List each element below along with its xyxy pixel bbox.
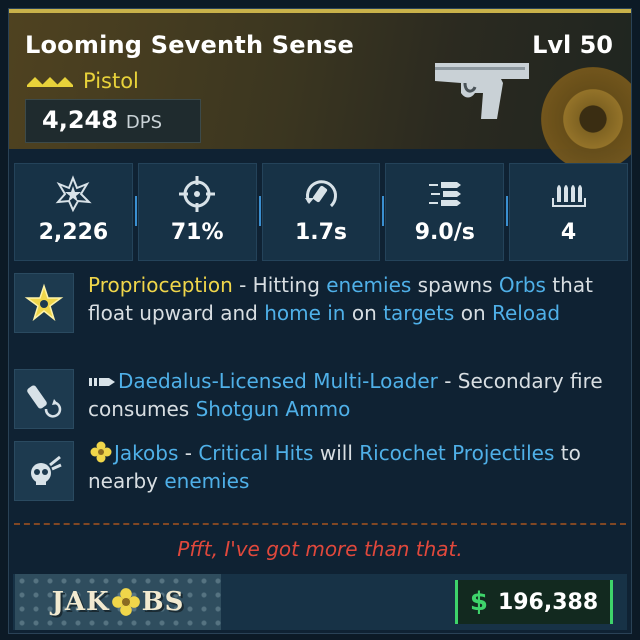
- dps-value: 4,248: [42, 106, 118, 134]
- perk-description: Daedalus-Licensed Multi-Loader - Seconda…: [88, 367, 620, 429]
- rarity-row: Pistol: [25, 69, 139, 93]
- perk-icon-box: [14, 441, 74, 501]
- perk-text-part: will: [313, 441, 360, 465]
- manufacturer-name-post: BS: [141, 587, 185, 617]
- manufacturer-name-pre: JAK: [51, 587, 110, 617]
- weapon-type: Pistol: [83, 69, 139, 93]
- perk-icon-box: [14, 273, 74, 333]
- currency-icon: $: [469, 587, 488, 617]
- perk-title: Proprioception: [88, 273, 233, 297]
- shotgun-shell-icon: [27, 385, 62, 418]
- stat-fire-rate-value: 9.0/s: [414, 220, 475, 245]
- item-level: Lvl 50: [532, 31, 613, 59]
- dps-unit: DPS: [125, 112, 163, 133]
- manufacturer-logo: JAK BS: [15, 574, 221, 630]
- item-footer: JAK BS $ 196,388: [13, 574, 627, 630]
- reload-icon: [304, 180, 337, 208]
- price-box: $ 196,388: [455, 580, 613, 624]
- damage-burst-icon: [55, 175, 93, 213]
- stat-magazine-value: 4: [560, 220, 577, 245]
- stat-fire-rate: 9.0/s: [382, 163, 505, 261]
- perk-text-part: on: [454, 301, 492, 325]
- stat-magazine: 4: [506, 163, 628, 261]
- stat-accuracy-value: 71%: [170, 220, 224, 245]
- stat-damage: 2,226: [14, 163, 133, 261]
- stats-row: 2,226 71% 1.7s 9.0/s 4: [14, 163, 628, 261]
- perk-description: Proprioception - Hitting enemies spawns …: [88, 271, 620, 333]
- keyword: enemies: [326, 273, 412, 297]
- perk-text-part: on: [345, 301, 384, 325]
- perk-multi-loader: Daedalus-Licensed Multi-Loader - Seconda…: [14, 369, 620, 429]
- perk-icon-box: [14, 369, 74, 429]
- keyword: enemies: [164, 469, 250, 493]
- dps-box: 4,248 DPS: [25, 99, 201, 143]
- item-price: 196,388: [497, 589, 599, 615]
- stat-reload-value: 1.7s: [294, 220, 348, 245]
- stat-damage-value: 2,226: [38, 220, 109, 245]
- keyword: Shotgun Ammo: [195, 397, 351, 421]
- perk-title: Daedalus-Licensed Multi-Loader: [118, 369, 438, 393]
- keyword: targets: [383, 301, 455, 325]
- perk-title: Jakobs: [114, 441, 179, 465]
- item-name: Looming Seventh Sense: [25, 31, 355, 59]
- magazine-icon: [551, 185, 586, 207]
- keyword: Reload: [492, 301, 561, 325]
- perk-jakobs: Jakobs - Critical Hits will Ricochet Pro…: [14, 441, 620, 501]
- keyword: Ricochet Projectiles: [359, 441, 555, 465]
- jakobs-flower-icon: [111, 588, 140, 616]
- perk-text-part: - Hitting: [232, 273, 327, 297]
- item-header: Looming Seventh Sense Lvl 50 Pistol 4,24…: [9, 9, 631, 171]
- legendary-chevrons-icon: [27, 77, 73, 87]
- stat-reload: 1.7s: [258, 163, 381, 261]
- section-divider: [14, 523, 626, 527]
- shotgun-ammo-icon: [89, 378, 115, 386]
- stat-accuracy: 71%: [134, 163, 257, 261]
- pistol-icon: [435, 63, 529, 119]
- item-card: Looming Seventh Sense Lvl 50 Pistol 4,24…: [8, 8, 632, 634]
- fire-rate-icon: [428, 182, 461, 206]
- star-orb-icon: [24, 283, 64, 322]
- gear-decoration: [541, 67, 631, 171]
- perk-text-part: -: [178, 441, 199, 465]
- jakobs-flower-icon: [90, 441, 112, 463]
- perk-proprioception: Proprioception - Hitting enemies spawns …: [14, 273, 620, 333]
- keyword: Orbs: [498, 273, 546, 297]
- perk-text-part: spawns: [411, 273, 499, 297]
- perk-description: Jakobs - Critical Hits will Ricochet Pro…: [88, 439, 620, 501]
- flavor-text: Pfft, I've got more than that.: [177, 537, 463, 561]
- keyword: Critical Hits: [198, 441, 314, 465]
- keyword: home in: [264, 301, 346, 325]
- skull-icon: [31, 455, 62, 485]
- crosshair-icon: [179, 176, 216, 212]
